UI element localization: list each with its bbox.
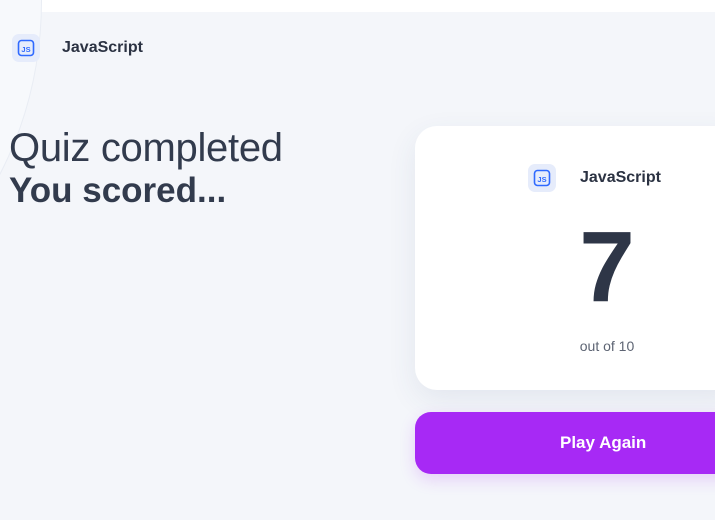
score-value: 7 [579, 211, 635, 323]
svg-text:JS: JS [21, 45, 30, 54]
play-again-label: Play Again [560, 433, 647, 452]
score-total: out of 10 [579, 338, 635, 354]
results-heading: Quiz completed You scored... [9, 126, 283, 212]
quiz-results-screen: JS JavaScript Quiz completed You scored.… [0, 0, 715, 520]
play-again-button[interactable]: Play Again [415, 412, 715, 474]
score-card-subject: JS JavaScript [528, 164, 661, 192]
score-card: JS JavaScript 7 out of 10 [415, 126, 715, 390]
header-subject-title: JavaScript [62, 39, 143, 56]
js-icon: JS [528, 164, 556, 192]
you-scored-text: You scored... [9, 171, 227, 210]
svg-text:JS: JS [537, 175, 546, 184]
quiz-header: JS JavaScript [12, 34, 143, 62]
score-card-subject-title: JavaScript [580, 169, 661, 186]
quiz-completed-text: Quiz completed [9, 126, 283, 170]
js-icon: JS [12, 34, 40, 62]
